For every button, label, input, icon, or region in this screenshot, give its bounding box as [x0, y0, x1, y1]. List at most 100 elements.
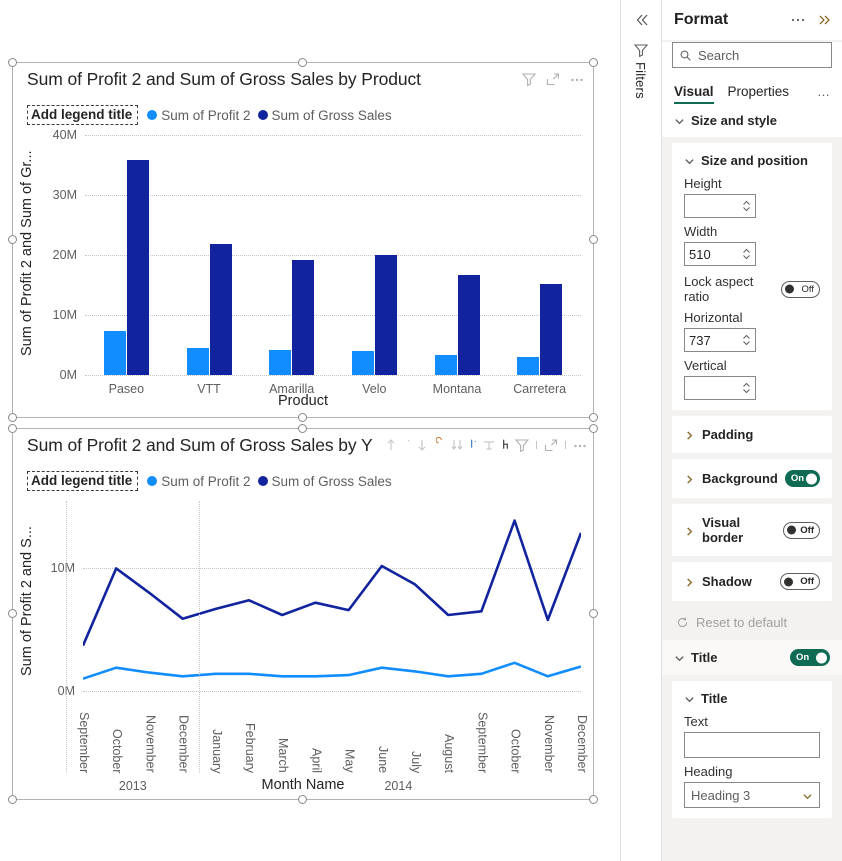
resize-handle-top-center[interactable]: [298, 424, 307, 433]
lock-aspect-ratio-toggle[interactable]: Off: [780, 280, 820, 298]
height-input[interactable]: [684, 194, 756, 218]
line-series-1[interactable]: [83, 661, 581, 680]
title-toggle[interactable]: On: [790, 649, 830, 666]
drill-mode-icon[interactable]: [481, 437, 497, 453]
tab-visual[interactable]: Visual: [674, 84, 714, 104]
card-visual-border[interactable]: Visual border Off: [672, 504, 832, 556]
resize-handle-bottom-right[interactable]: [589, 795, 598, 804]
visual-border-toggle[interactable]: Off: [783, 521, 820, 539]
bar-1[interactable]: [540, 284, 563, 375]
bar-0[interactable]: [103, 330, 126, 375]
bar-0[interactable]: [517, 357, 540, 375]
expand-all-icon[interactable]: [469, 437, 477, 453]
tab-properties[interactable]: Properties: [728, 84, 790, 104]
spinner-arrows-icon[interactable]: [742, 332, 751, 348]
bar-0[interactable]: [186, 348, 209, 375]
filter-icon[interactable]: [514, 437, 530, 453]
more-options-icon[interactable]: [572, 437, 588, 453]
line-chart-legend[interactable]: Add legend title Sum of Profit 2 Sum of …: [27, 471, 392, 491]
card-shadow[interactable]: Shadow Off: [672, 562, 832, 601]
legend-title-placeholder[interactable]: Add legend title: [27, 471, 139, 491]
tabs-more-icon[interactable]: …: [817, 84, 830, 104]
card-title[interactable]: Title Text Heading Heading 3: [672, 681, 832, 818]
card-padding[interactable]: Padding: [672, 416, 832, 453]
shadow-toggle[interactable]: Off: [780, 573, 820, 590]
bar-1[interactable]: [292, 259, 315, 375]
resize-handle-top-right[interactable]: [589, 58, 598, 67]
resize-handle-bottom-right[interactable]: [589, 413, 598, 422]
resize-handle-middle-left[interactable]: [8, 235, 17, 244]
line-chart-plot-area: 0M 10M 2013 2014 September October November Dec…: [51, 501, 589, 793]
bar-1[interactable]: [457, 274, 480, 375]
resize-handle-middle-left[interactable]: [8, 609, 17, 618]
legend-label-profit: Sum of Profit 2: [161, 473, 251, 489]
legend-item-gross-sales[interactable]: Sum of Gross Sales: [257, 108, 392, 123]
resize-handle-top-left[interactable]: [8, 424, 17, 433]
search-input[interactable]: Search: [672, 42, 832, 68]
more-options-icon[interactable]: [569, 71, 585, 87]
bar-chart-visual[interactable]: Sum of Profit 2 and Sum of Gross Sales b…: [8, 58, 598, 422]
bar-1[interactable]: [126, 160, 149, 375]
bar-1[interactable]: [209, 244, 232, 375]
bar-0[interactable]: [434, 355, 457, 375]
lock-aspect-ratio-row[interactable]: Lock aspect ratio Off: [684, 274, 820, 304]
resize-handle-middle-right[interactable]: [589, 609, 598, 618]
reset-to-default-button[interactable]: Reset to default: [662, 607, 842, 640]
reset-label: Reset to default: [696, 615, 788, 630]
focus-mode-icon[interactable]: [545, 71, 561, 87]
sort-ascending-icon[interactable]: [385, 437, 401, 453]
spinner-arrows-icon[interactable]: [742, 246, 751, 262]
drill-up-icon[interactable]: [436, 437, 445, 453]
resize-handle-bottom-center[interactable]: [298, 795, 307, 804]
spinner-arrows-icon[interactable]: [742, 380, 751, 396]
vertical-input[interactable]: [684, 376, 756, 400]
filter-icon[interactable]: [521, 71, 537, 87]
card-background[interactable]: Background On: [672, 459, 832, 498]
resize-handle-bottom-center[interactable]: [298, 413, 307, 422]
section-title[interactable]: Title On: [662, 640, 842, 675]
resize-handle-top-center[interactable]: [298, 58, 307, 67]
legend-item-profit[interactable]: Sum of Profit 2: [147, 473, 251, 489]
line-series-0[interactable]: [83, 519, 581, 647]
bar-0[interactable]: [351, 351, 374, 375]
resize-handle-middle-right[interactable]: [589, 235, 598, 244]
card-title-header[interactable]: Title: [684, 691, 820, 706]
more-options-icon[interactable]: [790, 12, 806, 28]
card-size-and-position[interactable]: Size and position Height Width 510 Lock …: [672, 143, 832, 410]
spinner-arrows-icon[interactable]: [742, 198, 751, 214]
line-chart-visual[interactable]: Sum of Profit 2 and Sum of Gross Sales b…: [8, 424, 598, 804]
legend-title-placeholder[interactable]: Add legend title: [27, 105, 139, 125]
filters-pane-collapsed[interactable]: Filters: [620, 0, 662, 861]
line-chart-header-icons[interactable]: [385, 437, 588, 453]
resize-handle-top-right[interactable]: [589, 424, 598, 433]
hierarchy-icon[interactable]: [501, 437, 510, 453]
sort-descending-icon[interactable]: [416, 437, 432, 453]
expand-filters-pane-icon[interactable]: [632, 10, 652, 30]
bar-1[interactable]: [374, 255, 397, 375]
bar-chart-plot-area: 0M 10M 20M 30M 40M Paseo VTT Amarilla Velo Montan…: [53, 128, 581, 396]
title-text-input[interactable]: [684, 732, 820, 758]
format-pane-tabs[interactable]: Visual Properties …: [662, 74, 842, 104]
bar-chart-header-icons[interactable]: [521, 71, 585, 87]
collapse-pane-icon[interactable]: [816, 12, 832, 28]
filter-icon[interactable]: [633, 42, 649, 58]
bar-0[interactable]: [269, 349, 292, 375]
resize-handle-top-left[interactable]: [8, 58, 17, 67]
width-input[interactable]: 510: [684, 242, 756, 266]
card-size-and-position-header[interactable]: Size and position: [684, 153, 820, 168]
drill-down-icon[interactable]: [449, 437, 465, 453]
bar-chart-legend[interactable]: Add legend title Sum of Profit 2 Sum of …: [27, 105, 392, 125]
section-size-and-style[interactable]: Size and style: [662, 104, 842, 137]
resize-handle-bottom-left[interactable]: [8, 795, 17, 804]
header-divider-icon: [534, 437, 539, 453]
background-toggle[interactable]: On: [784, 470, 820, 487]
legend-item-profit[interactable]: Sum of Profit 2: [147, 107, 251, 123]
horizontal-input[interactable]: 737: [684, 328, 756, 352]
focus-mode-icon[interactable]: [543, 437, 559, 453]
legend-item-gross-sales[interactable]: Sum of Gross Sales: [257, 474, 392, 489]
report-canvas[interactable]: Sum of Profit 2 and Sum of Gross Sales b…: [0, 0, 620, 861]
resize-handle-bottom-left[interactable]: [8, 413, 17, 422]
heading-dropdown[interactable]: Heading 3: [684, 782, 820, 808]
legend-label-profit: Sum of Profit 2: [161, 107, 251, 123]
format-pane[interactable]: Format Search Visual Properties … Size a…: [662, 0, 842, 861]
